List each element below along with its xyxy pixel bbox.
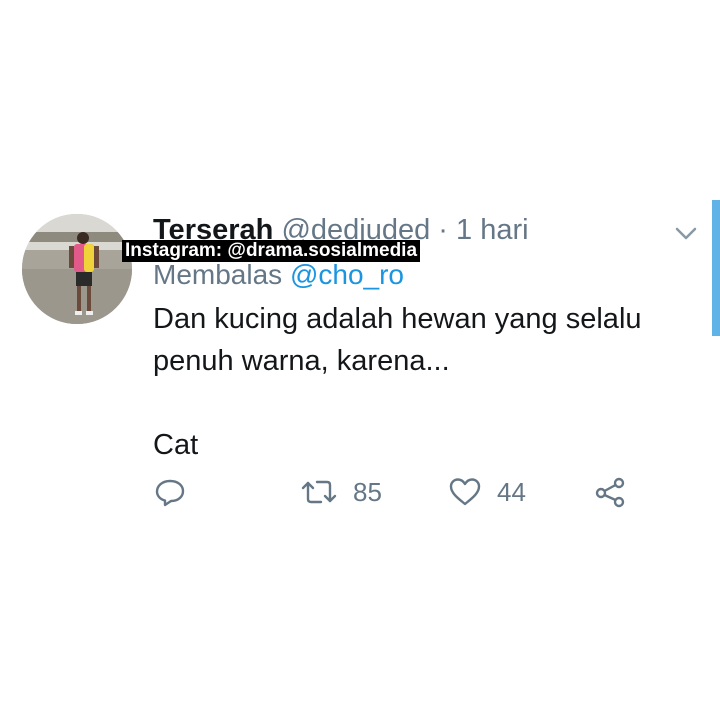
- retweet-icon: [299, 475, 339, 509]
- header-separator: ·: [438, 214, 448, 246]
- tweet-text-line: Dan kucing adalah hewan yang selalu: [153, 303, 642, 335]
- tweet-timestamp[interactable]: 1 hari: [456, 214, 529, 246]
- reply-button[interactable]: [153, 470, 187, 514]
- tweet-text: Dan kucing adalah hewan yang selalu penu…: [153, 298, 693, 466]
- retweet-count: 85: [353, 476, 382, 507]
- like-button[interactable]: 44: [447, 470, 526, 514]
- tweet-text-line: Cat: [153, 429, 199, 461]
- scroll-indicator: [712, 200, 720, 336]
- instagram-watermark: Instagram: @drama.sosialmedia: [122, 240, 421, 262]
- avatar[interactable]: [22, 214, 132, 324]
- chevron-down-icon[interactable]: [672, 221, 700, 247]
- retweet-button[interactable]: 85: [299, 470, 382, 514]
- text-gap: [153, 382, 693, 424]
- share-button[interactable]: [593, 470, 627, 514]
- action-bar: 85 44: [153, 470, 653, 514]
- reply-mention-link[interactable]: @cho_ro: [290, 259, 404, 290]
- tweet-text-line: penuh warna, karena...: [153, 345, 450, 377]
- reply-prefix: Membalas: [153, 259, 283, 290]
- tweet-screen: Terserah @dedjuded · 1 hari Membalas @ch…: [0, 0, 720, 720]
- share-icon: [593, 475, 627, 509]
- like-count: 44: [497, 476, 526, 507]
- reply-icon: [153, 475, 187, 509]
- heart-icon: [447, 475, 483, 509]
- profile-photo-icon: [22, 214, 132, 324]
